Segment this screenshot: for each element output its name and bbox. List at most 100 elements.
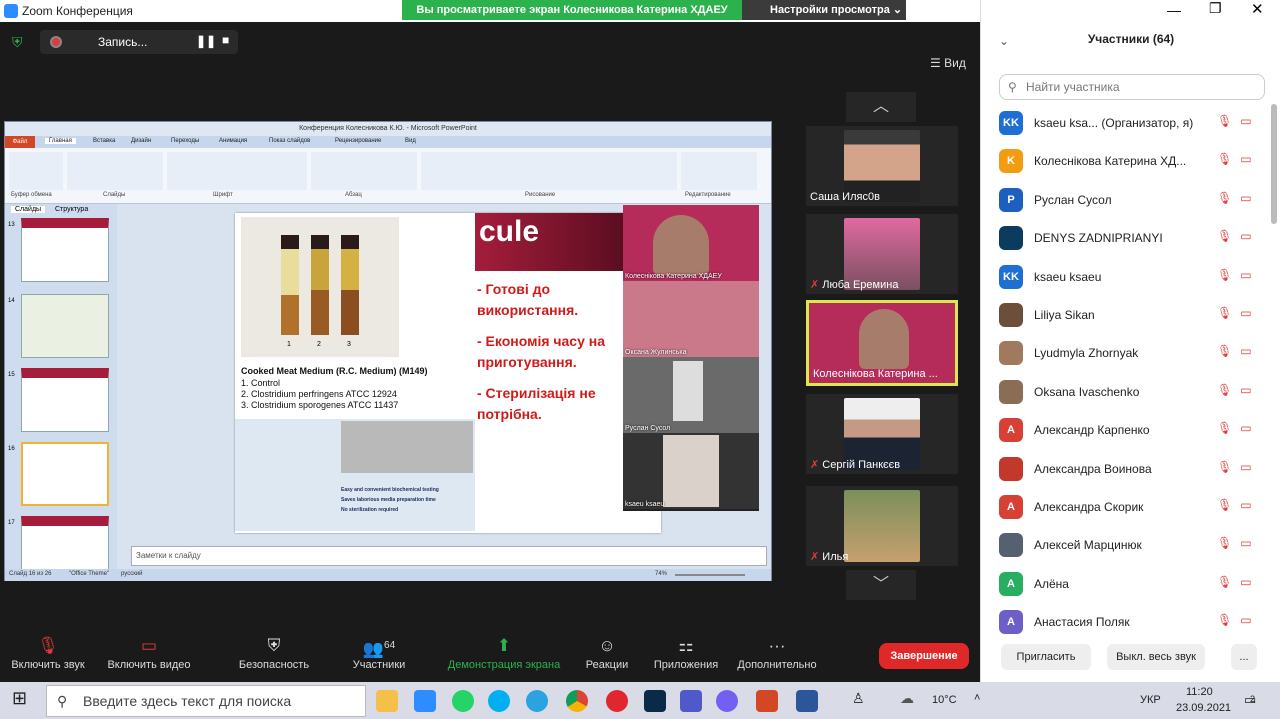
avatar bbox=[999, 533, 1023, 558]
clock-date: 23.09.2021 bbox=[1176, 702, 1232, 714]
slides-group[interactable] bbox=[67, 152, 163, 190]
opera-icon[interactable] bbox=[606, 690, 628, 712]
ppt-tab-home[interactable]: Главная bbox=[45, 138, 76, 144]
slide-thumbnail[interactable] bbox=[21, 218, 109, 282]
drawing-group[interactable] bbox=[421, 152, 677, 190]
more-button[interactable]: ··· Дополнительно bbox=[734, 633, 820, 681]
participant-row[interactable]: KK ksaeu ksaeu 🎙 ▭ bbox=[981, 258, 1271, 296]
unmute-button[interactable]: 🎙 Включить звук bbox=[6, 633, 90, 681]
paragraph-group[interactable] bbox=[311, 152, 417, 190]
minimize-icon[interactable]: — bbox=[1167, 2, 1181, 18]
group-label-editing: Редактирование bbox=[685, 192, 731, 198]
participant-row[interactable]: DENYS ZADNIPRIANYI 🎙 ▭ bbox=[981, 219, 1271, 257]
teams-icon[interactable] bbox=[680, 690, 702, 712]
security-button[interactable]: ⛨ Безопасность bbox=[232, 633, 316, 681]
powerpoint-icon[interactable] bbox=[756, 690, 778, 712]
gallery-tile-active-speaker[interactable]: Колеснікова Катерина ... bbox=[806, 300, 958, 386]
invite-button[interactable]: Пригласить bbox=[1001, 644, 1091, 670]
zoom-slider[interactable] bbox=[675, 574, 745, 576]
participants-button[interactable]: 👥64 Участники bbox=[344, 633, 414, 681]
participants-panel: — ❐ ✕ ⌄ Участники (64) ⚲ Найти участника… bbox=[980, 0, 1280, 682]
ppt-tab-design[interactable]: Дизайн bbox=[131, 138, 151, 144]
participant-row[interactable]: Lyudmyla Zhornyak 🎙 ▭ bbox=[981, 334, 1271, 372]
more-options-button[interactable]: ... bbox=[1231, 644, 1257, 670]
ppt-title: Конференция Колесникова К.Ю. - Microsoft… bbox=[5, 122, 771, 136]
participant-row[interactable]: A Александра Скорик 🎙 ▭ bbox=[981, 488, 1271, 526]
taskbar-search-input[interactable]: ⚲ Введите здесь текст для поиска bbox=[46, 685, 366, 717]
ppt-tab-file[interactable]: Файл bbox=[5, 136, 35, 148]
mic-muted-icon: 🎙 bbox=[1217, 114, 1233, 128]
photoshop-icon[interactable] bbox=[644, 690, 666, 712]
zoom-app-icon[interactable] bbox=[414, 690, 436, 712]
security-shield-icon[interactable]: ⛨ bbox=[12, 34, 23, 51]
view-button[interactable]: ☰ Вид bbox=[930, 56, 966, 70]
avatar bbox=[999, 456, 1023, 481]
participant-row[interactable]: Liliya Sikan 🎙 ▭ bbox=[981, 296, 1271, 334]
ppt-tab-slideshow[interactable]: Показ слайдов bbox=[269, 138, 310, 144]
participant-search-input[interactable]: ⚲ Найти участника bbox=[999, 74, 1265, 100]
slide-thumbnail[interactable] bbox=[21, 294, 109, 358]
tile-name: ✗ Люба Еремина bbox=[810, 279, 899, 291]
maximize-icon[interactable]: ❐ bbox=[1209, 0, 1222, 17]
start-video-button[interactable]: ▭ Включить видео bbox=[104, 633, 194, 681]
ppt-tab-animation[interactable]: Анимация bbox=[219, 138, 247, 144]
viber-icon[interactable] bbox=[716, 690, 738, 712]
windows-start-icon[interactable]: ⊞ bbox=[12, 688, 27, 709]
caption-item: 3. Clostridium sporogenes ATCC 11437 bbox=[241, 400, 399, 410]
participant-row[interactable]: Oksana Ivaschenko 🎙 ▭ bbox=[981, 373, 1271, 411]
slide-thumbnail[interactable] bbox=[21, 368, 109, 432]
ppt-tab-transitions[interactable]: Переходы bbox=[171, 138, 199, 144]
participant-name: Liliya Sikan bbox=[1034, 308, 1095, 322]
slide-notes[interactable]: Заметки к слайду bbox=[131, 546, 767, 566]
panel-tab-slides[interactable]: Слайды bbox=[11, 206, 46, 213]
participant-status-icons: 🎙 ▭ bbox=[1217, 498, 1265, 512]
participant-row[interactable]: KK ksaeu ksa... (Организатор, я) 🎙 ▭ bbox=[981, 104, 1271, 142]
close-icon[interactable]: ✕ bbox=[1251, 0, 1264, 18]
ppt-tab-view[interactable]: Вид bbox=[405, 138, 416, 144]
pause-recording-icon[interactable]: ❚❚ bbox=[196, 34, 216, 48]
gallery-tile[interactable]: ✗ Сергій Панкєєв bbox=[806, 394, 958, 474]
file-explorer-icon[interactable] bbox=[376, 690, 398, 712]
font-group[interactable] bbox=[167, 152, 307, 190]
participant-row[interactable]: Алексей Марцинюк 🎙 ▭ bbox=[981, 526, 1271, 564]
chevron-up-icon[interactable]: ︿ bbox=[846, 92, 916, 122]
gallery-tile[interactable]: ✗ Люба Еремина bbox=[806, 214, 958, 294]
whatsapp-icon[interactable] bbox=[452, 690, 474, 712]
skype-icon[interactable] bbox=[488, 690, 510, 712]
reactions-button[interactable]: ☺ Реакции bbox=[580, 633, 634, 681]
participant-row[interactable]: A Анастасия Поляк 🎙 ▭ bbox=[981, 603, 1271, 641]
apps-button[interactable]: ⚏ Приложения bbox=[650, 633, 722, 681]
participant-name: Анастасия Поляк bbox=[1034, 615, 1130, 630]
participant-row[interactable]: A Алёна 🎙 ▭ bbox=[981, 565, 1271, 603]
telegram-icon[interactable] bbox=[526, 690, 548, 712]
camera-tile: Руслан Сусол bbox=[623, 357, 759, 433]
participant-row[interactable]: K Колеснікова Катерина ХД... 🎙 ▭ bbox=[981, 142, 1271, 180]
end-meeting-button[interactable]: Завершение bbox=[879, 643, 969, 669]
view-options-button[interactable]: Настройки просмотра ⌄ bbox=[742, 0, 906, 20]
slide-thumbnail-selected[interactable] bbox=[21, 442, 109, 506]
scrollbar[interactable] bbox=[1271, 104, 1277, 224]
gallery-tile[interactable]: Саша Иляс0в bbox=[806, 126, 958, 206]
chevron-down-icon[interactable]: ﹀ bbox=[846, 570, 916, 600]
editing-group[interactable] bbox=[681, 152, 757, 190]
chrome-icon[interactable] bbox=[566, 690, 588, 712]
share-screen-button[interactable]: ⬆ Демонстрация экрана bbox=[444, 633, 564, 681]
participant-row[interactable]: Александра Воинова 🎙 ▭ bbox=[981, 450, 1271, 488]
video-off-icon: ▭ bbox=[1240, 344, 1252, 359]
gallery-tile[interactable]: ✗ Илья bbox=[806, 486, 958, 566]
person-icon[interactable]: ♙ bbox=[852, 690, 865, 707]
panel-tab-outline[interactable]: Структура bbox=[55, 206, 88, 213]
language-indicator[interactable]: УКР bbox=[1140, 694, 1161, 706]
stop-recording-icon[interactable]: ■ bbox=[222, 33, 229, 47]
participant-row[interactable]: A Александр Карпенко 🎙 ▭ bbox=[981, 411, 1271, 449]
word-icon[interactable] bbox=[796, 690, 818, 712]
clipboard-group[interactable] bbox=[9, 152, 63, 190]
tray-chevron-icon[interactable]: ˄ bbox=[974, 692, 980, 704]
ppt-tab-insert[interactable]: Вставка bbox=[93, 138, 115, 144]
participant-row[interactable]: P Руслан Сусол 🎙 ▭ bbox=[981, 181, 1271, 219]
tube-number: 3 bbox=[347, 341, 351, 348]
ppt-tab-review[interactable]: Рецензирование bbox=[335, 138, 381, 144]
participant-status-icons: 🎙 ▭ bbox=[1217, 383, 1265, 397]
feature-item: Saves laborious media preparation time bbox=[341, 497, 436, 503]
mute-all-button[interactable]: Выкл. весь звук bbox=[1107, 644, 1205, 670]
